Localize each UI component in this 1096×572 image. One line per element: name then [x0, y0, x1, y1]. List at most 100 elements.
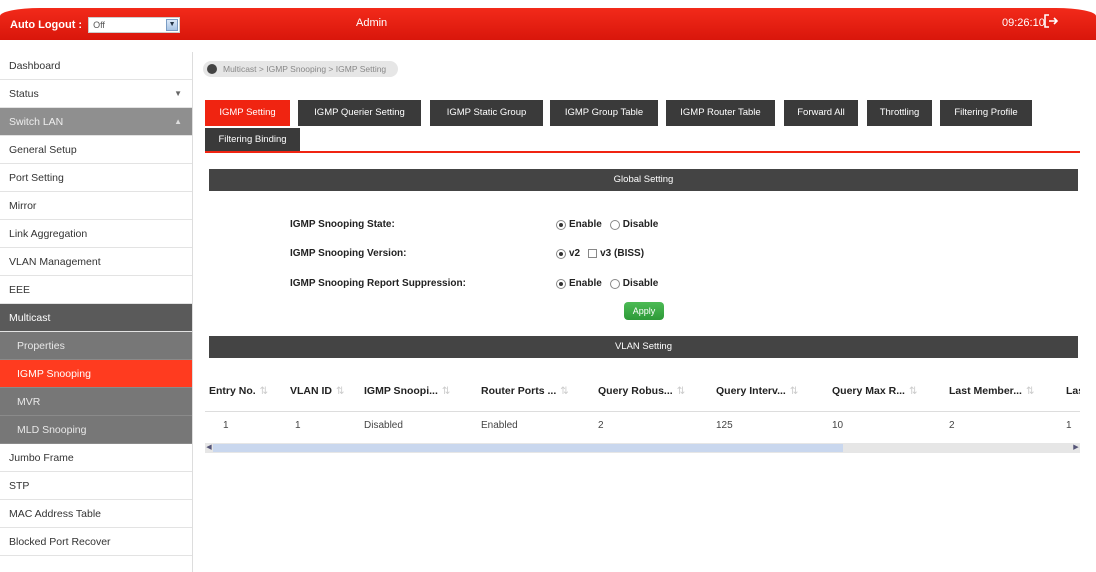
column-header[interactable]: Query Robus... ⇅ — [598, 385, 685, 397]
sort-icon: ⇅ — [789, 386, 799, 397]
tab-igmp-querier-setting[interactable]: IGMP Querier Setting — [298, 100, 421, 126]
column-header-label: Query Interv... — [716, 385, 786, 397]
sidebar-item-vlan-management[interactable]: VLAN Management — [0, 248, 192, 276]
sidebar-item-link-aggregation[interactable]: Link Aggregation — [0, 220, 192, 248]
sidebar-item-mvr[interactable]: MVR — [0, 388, 192, 416]
sidebar-item-stp[interactable]: STP — [0, 472, 192, 500]
column-header-label: Entry No. — [209, 385, 256, 397]
tab-filtering-profile[interactable]: Filtering Profile — [940, 100, 1032, 126]
sidebar-item-mac-address-table[interactable]: MAC Address Table — [0, 500, 192, 528]
scrollbar-thumb[interactable] — [213, 444, 843, 452]
clock: 09:26:10 — [1002, 17, 1045, 29]
chevron-down-icon[interactable]: ▼ — [166, 19, 179, 31]
state-disable-label: Disable — [622, 219, 659, 230]
tab-forward-all[interactable]: Forward All — [784, 100, 858, 126]
auto-logout: Auto Logout : Off ▼ — [10, 17, 181, 33]
sort-icon: ⇅ — [1025, 386, 1035, 397]
report-suppression-radios: Enable Disable — [556, 278, 666, 289]
suppression-disable-label: Disable — [622, 278, 659, 289]
sidebar-item-mirror[interactable]: Mirror — [0, 192, 192, 220]
scroll-right-icon[interactable]: ▶ — [1072, 443, 1080, 453]
table-cell: Disabled — [364, 420, 403, 431]
column-header[interactable]: Entry No. ⇅ — [209, 385, 268, 397]
sort-icon: ⇅ — [908, 386, 918, 397]
tab-filtering-binding[interactable]: Filtering Binding — [205, 128, 300, 152]
sort-icon: ⇅ — [336, 386, 345, 397]
sidebar-item-multicast[interactable]: Multicast — [0, 304, 192, 332]
sidebar-item-properties[interactable]: Properties — [0, 332, 192, 360]
version-v3-label: v3 (BISS) — [600, 248, 645, 259]
sidebar-item-blocked-port-recover[interactable]: Blocked Port Recover — [0, 528, 192, 556]
table-cell: 2 — [949, 420, 955, 431]
column-header-label: VLAN ID — [290, 385, 332, 397]
sidebar-item-dashboard[interactable]: Dashboard — [0, 52, 192, 80]
sidebar-item-mld-snooping[interactable]: MLD Snooping — [0, 416, 192, 444]
column-header-label: IGMP Snoopi... — [364, 385, 438, 397]
column-header[interactable]: IGMP Snoopi... ⇅ — [364, 385, 450, 397]
column-header[interactable]: Last Member... ⇅ — [949, 385, 1034, 397]
scroll-left-icon[interactable]: ◀ — [205, 443, 213, 453]
column-header[interactable]: Query Max R... ⇅ — [832, 385, 917, 397]
column-header[interactable]: Las — [1066, 385, 1080, 397]
breadcrumb: Multicast > IGMP Snooping > IGMP Setting — [203, 61, 399, 77]
top-bar: Auto Logout : Off ▼ Admin 09:26:10 — [0, 0, 1096, 44]
sidebar-item-igmp-snooping[interactable]: IGMP Snooping — [0, 360, 192, 388]
sidebar-item-jumbo-frame[interactable]: Jumbo Frame — [0, 444, 192, 472]
chevron-up-icon: ▲ — [174, 117, 182, 126]
sort-icon: ⇅ — [441, 386, 451, 397]
auto-logout-value: Off — [93, 20, 105, 30]
sidebar-item-eee[interactable]: EEE — [0, 276, 192, 304]
version-v3-checkbox[interactable] — [588, 249, 598, 258]
state-enable-radio[interactable] — [556, 219, 566, 230]
column-header[interactable]: VLAN ID ⇅ — [290, 385, 344, 397]
column-header[interactable]: Query Interv... ⇅ — [716, 385, 798, 397]
suppression-enable-radio[interactable] — [556, 278, 566, 289]
sidebar-item-label: Jumbo Frame — [9, 452, 74, 464]
global-setting-header: Global Setting — [209, 169, 1078, 191]
sidebar-item-label: Dashboard — [9, 60, 61, 72]
table-cell: 10 — [832, 420, 844, 431]
column-header[interactable]: Router Ports ... ⇅ — [481, 385, 569, 397]
vlan-setting-header: VLAN Setting — [209, 336, 1078, 358]
sidebar-item-label: Switch LAN — [9, 116, 64, 128]
sidebar-item-label: Properties — [17, 340, 65, 352]
sidebar-item-port-setting[interactable]: Port Setting — [0, 164, 192, 192]
sidebar-item-label: Status — [9, 88, 39, 100]
sidebar-item-label: MAC Address Table — [9, 508, 102, 520]
table-cell: 125 — [716, 420, 733, 431]
column-header-label: Las — [1066, 385, 1080, 397]
sidebar-item-label: EEE — [9, 284, 31, 296]
snooping-version-options: v2 v3 (BISS) — [556, 248, 652, 259]
tab-igmp-static-group[interactable]: IGMP Static Group — [430, 100, 543, 126]
sidebar-item-label: Mirror — [9, 200, 37, 212]
sidebar-item-general-setup[interactable]: General Setup — [0, 136, 192, 164]
tab-underline — [205, 151, 1080, 153]
tab-igmp-setting[interactable]: IGMP Setting — [205, 100, 290, 126]
sidebar-item-label: IGMP Snooping — [17, 368, 91, 380]
tab-throttling[interactable]: Throttling — [867, 100, 932, 126]
sidebar-item-label: General Setup — [9, 144, 77, 156]
tab-igmp-group-table[interactable]: IGMP Group Table — [550, 100, 658, 126]
sort-icon: ⇅ — [259, 386, 269, 397]
version-v2-label: v2 — [569, 248, 581, 259]
sidebar-item-switch-lan[interactable]: Switch LAN ▲ — [0, 108, 192, 136]
auto-logout-select[interactable]: Off ▼ — [88, 17, 181, 33]
suppression-disable-radio[interactable] — [609, 278, 620, 289]
table-cell: 1 — [223, 420, 229, 431]
breadcrumb-text: Multicast > IGMP Snooping > IGMP Setting — [223, 64, 387, 74]
table-cell: 1 — [295, 420, 301, 431]
tab-igmp-router-table[interactable]: IGMP Router Table — [666, 100, 775, 126]
snooping-state-radios: Enable Disable — [556, 219, 666, 230]
suppression-enable-label: Enable — [569, 278, 602, 289]
sidebar-item-status[interactable]: Status ▼ — [0, 80, 192, 108]
sidebar-item-label: VLAN Management — [9, 256, 101, 268]
version-v2-radio[interactable] — [556, 248, 566, 259]
sidebar-item-label: Blocked Port Recover — [9, 536, 111, 548]
horizontal-scrollbar[interactable]: ◀ ▶ — [205, 443, 1080, 453]
apply-button[interactable]: Apply — [624, 302, 664, 320]
report-suppression-label: IGMP Snooping Report Suppression: — [290, 278, 466, 289]
state-disable-radio[interactable] — [609, 219, 620, 230]
logout-icon[interactable] — [1043, 13, 1059, 29]
sidebar-item-label: Port Setting — [9, 172, 64, 184]
column-header-label: Query Max R... — [832, 385, 905, 397]
